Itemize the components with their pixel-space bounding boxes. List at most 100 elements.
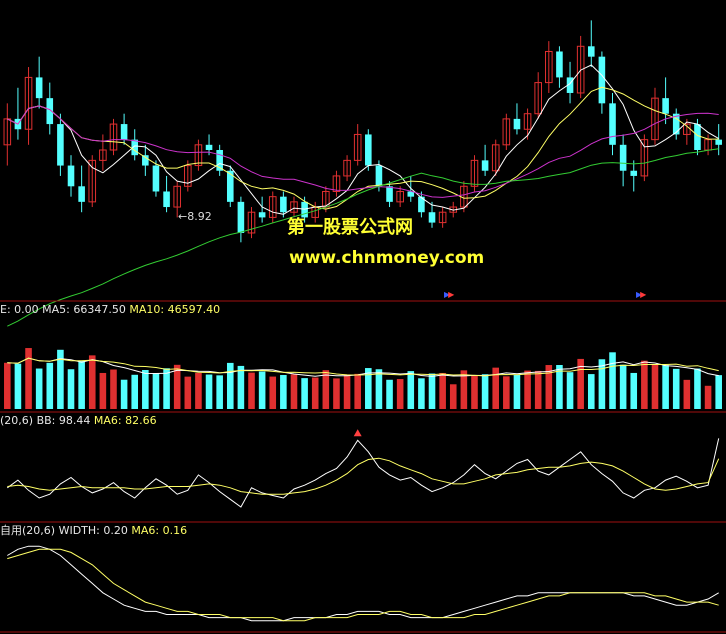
volume-legend-ma10: MA10: 46597.40 — [129, 303, 221, 316]
price-panel — [3, 20, 722, 327]
volume-bar — [587, 374, 595, 409]
bb-legend-bb: BB: 98.44 — [36, 414, 91, 427]
volume-bar — [4, 362, 11, 409]
volume-bar — [280, 374, 287, 409]
volume-bar — [184, 376, 192, 409]
volume-bar — [598, 359, 606, 409]
candle-body — [163, 191, 170, 208]
volume-bar — [46, 362, 54, 409]
volume-bar — [481, 374, 489, 409]
candle-body — [152, 165, 160, 192]
volume-legend-ma5: MA5: 66347.50 — [42, 303, 126, 316]
width-legend-ma6: MA6: 0.16 — [131, 524, 188, 537]
price-low-label: ←8.92 — [178, 210, 212, 223]
volume-bar — [25, 348, 32, 409]
candle-body — [694, 124, 701, 150]
candle-body — [662, 98, 669, 114]
volume-bar — [216, 375, 223, 409]
volume-bar — [704, 385, 712, 409]
volume-bar — [99, 372, 107, 409]
volume-bar — [195, 372, 202, 409]
volume-bar — [354, 373, 361, 409]
volume-bar — [67, 369, 75, 409]
candle-body — [715, 139, 722, 145]
volume-bar — [237, 365, 245, 409]
volume-bar — [641, 360, 648, 409]
volume-panel — [4, 348, 722, 409]
volume-bar — [205, 374, 213, 409]
volume-bar — [609, 352, 616, 409]
volume-bar — [322, 370, 330, 409]
volume-bar — [163, 368, 170, 409]
watermark-url: www.chnmoney.com — [289, 248, 485, 268]
volume-bar — [120, 379, 128, 409]
candle-body — [365, 134, 372, 166]
volume-bar — [396, 379, 404, 409]
volume-bar — [513, 374, 521, 409]
candle-body — [78, 186, 85, 202]
volume-bar — [715, 375, 722, 409]
candle-body — [258, 212, 266, 218]
volume-legend-e: E: 0.00 — [0, 303, 39, 316]
candle-body — [280, 196, 287, 213]
volume-bar — [471, 375, 478, 409]
volume-legend: E: 0.00 MA5: 66347.50 MA10: 46597.40 — [0, 303, 220, 317]
bb-legend-ma6: MA6: 82.66 — [93, 414, 157, 427]
bb-panel — [7, 429, 720, 508]
volume-bar — [248, 372, 255, 409]
candle-body — [513, 118, 521, 130]
volume-bar — [131, 374, 139, 409]
volume-bar — [301, 378, 308, 409]
volume-bar — [683, 379, 691, 409]
volume-bar — [375, 369, 383, 409]
candle-body — [587, 46, 595, 57]
stock-chart — [0, 20, 726, 633]
candle-body — [630, 170, 638, 176]
volume-bar — [534, 370, 542, 409]
width-legend: 自用(20,6) WIDTH: 0.20 MA6: 0.16 — [0, 524, 187, 538]
volume-bar — [142, 370, 149, 409]
volume-bar — [311, 377, 319, 409]
volume-bar — [503, 376, 510, 409]
candle-body — [598, 56, 606, 104]
signal-arrow-icon — [353, 429, 362, 437]
volume-bar — [343, 374, 351, 409]
bb-legend-params: (20,6) — [0, 414, 34, 427]
volume-bar — [110, 369, 117, 409]
candle-body — [619, 144, 627, 171]
bb-line — [7, 438, 720, 508]
volume-bar — [226, 362, 234, 409]
candle-body — [386, 186, 393, 202]
candle-body — [375, 165, 383, 187]
width-ma6-line — [7, 548, 719, 622]
volume-bar — [290, 374, 298, 409]
candle-body — [67, 165, 75, 187]
candle-body — [57, 124, 64, 166]
volume-bar — [566, 372, 574, 409]
volume-bar — [651, 364, 659, 409]
width-legend-params: 自用(20,6) — [0, 524, 56, 537]
volume-bar — [333, 378, 340, 409]
bb-legend: (20,6) BB: 98.44 MA6: 82.66 — [0, 414, 157, 428]
volume-bar — [386, 379, 393, 409]
marker-icon: ▶▶ — [444, 290, 455, 299]
candle-body — [35, 77, 43, 99]
volume-bar — [407, 371, 415, 409]
candle-body — [609, 103, 616, 145]
panel-dividers — [0, 300, 726, 633]
volume-bar — [619, 364, 627, 409]
candle-body — [205, 144, 213, 150]
volume-bar — [269, 376, 277, 409]
volume-bar — [694, 368, 701, 409]
candle-body — [237, 201, 245, 233]
volume-bar — [449, 384, 457, 409]
bb-ma6-line — [7, 457, 720, 495]
width-panel — [7, 545, 719, 622]
candle-body — [556, 51, 563, 78]
candle-body — [481, 160, 489, 171]
volume-bar — [439, 372, 446, 409]
volume-bar — [524, 370, 531, 409]
volume-bar — [152, 373, 160, 409]
volume-bar — [14, 363, 22, 409]
candle-body — [120, 124, 128, 140]
